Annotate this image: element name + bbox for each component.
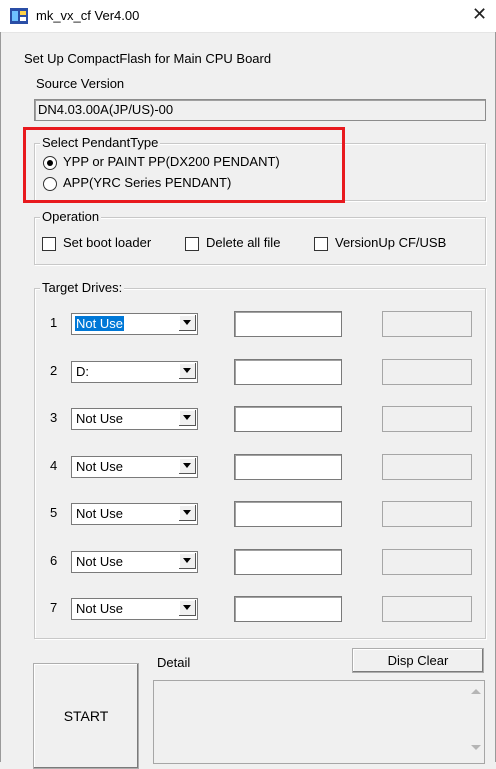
disp-clear-button[interactable]: Disp Clear [352,648,484,673]
checkbox-boot-loader-label[interactable]: Set boot loader [63,235,151,250]
drive-select[interactable]: Not Use [71,456,198,478]
drive-row: 3 Not Use [0,406,496,432]
drive-select-value: Not Use [76,411,123,426]
start-button[interactable]: START [33,663,139,769]
drive-select-value: Not Use [76,506,123,521]
drive-number: 1 [50,315,58,330]
dropdown-button[interactable] [178,600,196,616]
drive-select[interactable]: Not Use [71,551,198,573]
drive-text-field[interactable] [234,406,342,432]
chevron-down-icon [183,558,191,563]
drive-status-field [382,549,472,575]
checkbox-versionup-label[interactable]: VersionUp CF/USB [335,235,446,250]
chevron-down-icon [183,605,191,610]
dropdown-button[interactable] [178,553,196,569]
subtitle: Set Up CompactFlash for Main CPU Board [24,51,272,66]
drive-select-value: Not Use [75,316,124,331]
scroll-up-icon[interactable] [471,689,481,694]
detail-label: Detail [157,655,191,670]
target-drives-label: Target Drives: [40,280,125,295]
checkbox-delete-all[interactable] [185,237,199,251]
drive-number: 3 [50,410,58,425]
dropdown-button[interactable] [178,363,196,379]
chevron-down-icon [183,463,191,468]
scroll-down-icon[interactable] [471,745,481,750]
drive-row: 2 D: [0,359,496,385]
drive-status-field [382,596,472,622]
window-border-left [0,32,1,762]
detail-scrollbar[interactable] [467,681,484,763]
drive-row: 5 Not Use [0,501,496,527]
drive-number: 5 [50,505,58,520]
drive-select[interactable]: Not Use [71,598,198,620]
chevron-down-icon [183,320,191,325]
window-title: mk_vx_cf Ver4.00 [36,8,140,23]
close-icon[interactable]: ✕ [472,4,487,25]
drive-row: 4 Not Use [0,454,496,480]
drive-text-field[interactable] [234,359,342,385]
drive-select[interactable]: Not Use [71,313,198,335]
drive-row: 7 Not Use [0,596,496,622]
chevron-down-icon [183,510,191,515]
drive-select-value: D: [76,364,89,379]
source-version-value: DN4.03.00A(JP/US)-00 [38,102,174,117]
drive-select-value: Not Use [76,459,123,474]
dropdown-button[interactable] [178,458,196,474]
drive-text-field[interactable] [234,596,342,622]
checkbox-delete-all-label[interactable]: Delete all file [206,235,280,250]
checkbox-boot-loader[interactable] [42,237,56,251]
drive-number: 6 [50,553,58,568]
checkbox-versionup[interactable] [314,237,328,251]
drive-text-field[interactable] [234,501,342,527]
drive-number: 2 [50,363,58,378]
disp-clear-label: Disp Clear [387,653,449,668]
start-button-label: START [63,708,109,724]
drive-number: 4 [50,458,58,473]
highlight-box [23,127,345,203]
drive-select-value: Not Use [76,554,123,569]
drive-number: 7 [50,600,58,615]
detail-output[interactable] [153,680,485,764]
drive-text-field[interactable] [234,549,342,575]
drive-select[interactable]: D: [71,361,198,383]
drive-select[interactable]: Not Use [71,503,198,525]
drive-row: 6 Not Use [0,549,496,575]
drive-status-field [382,406,472,432]
source-version-label: Source Version [36,76,125,91]
title-bar: mk_vx_cf Ver4.00 ✕ [0,0,496,33]
drive-text-field[interactable] [234,454,342,480]
drive-row: 1 Not Use [0,311,496,337]
dropdown-button[interactable] [178,315,196,331]
drive-status-field [382,359,472,385]
drive-status-field [382,454,472,480]
drive-status-field [382,311,472,337]
chevron-down-icon [183,415,191,420]
dropdown-button[interactable] [178,410,196,426]
chevron-down-icon [183,368,191,373]
drive-text-field[interactable] [234,311,342,337]
dropdown-button[interactable] [178,505,196,521]
source-version-field: DN4.03.00A(JP/US)-00 [34,99,486,121]
drive-status-field [382,501,472,527]
drive-select-value: Not Use [76,601,123,616]
operation-label: Operation [40,209,102,224]
app-icon [10,8,28,24]
drive-select[interactable]: Not Use [71,408,198,430]
